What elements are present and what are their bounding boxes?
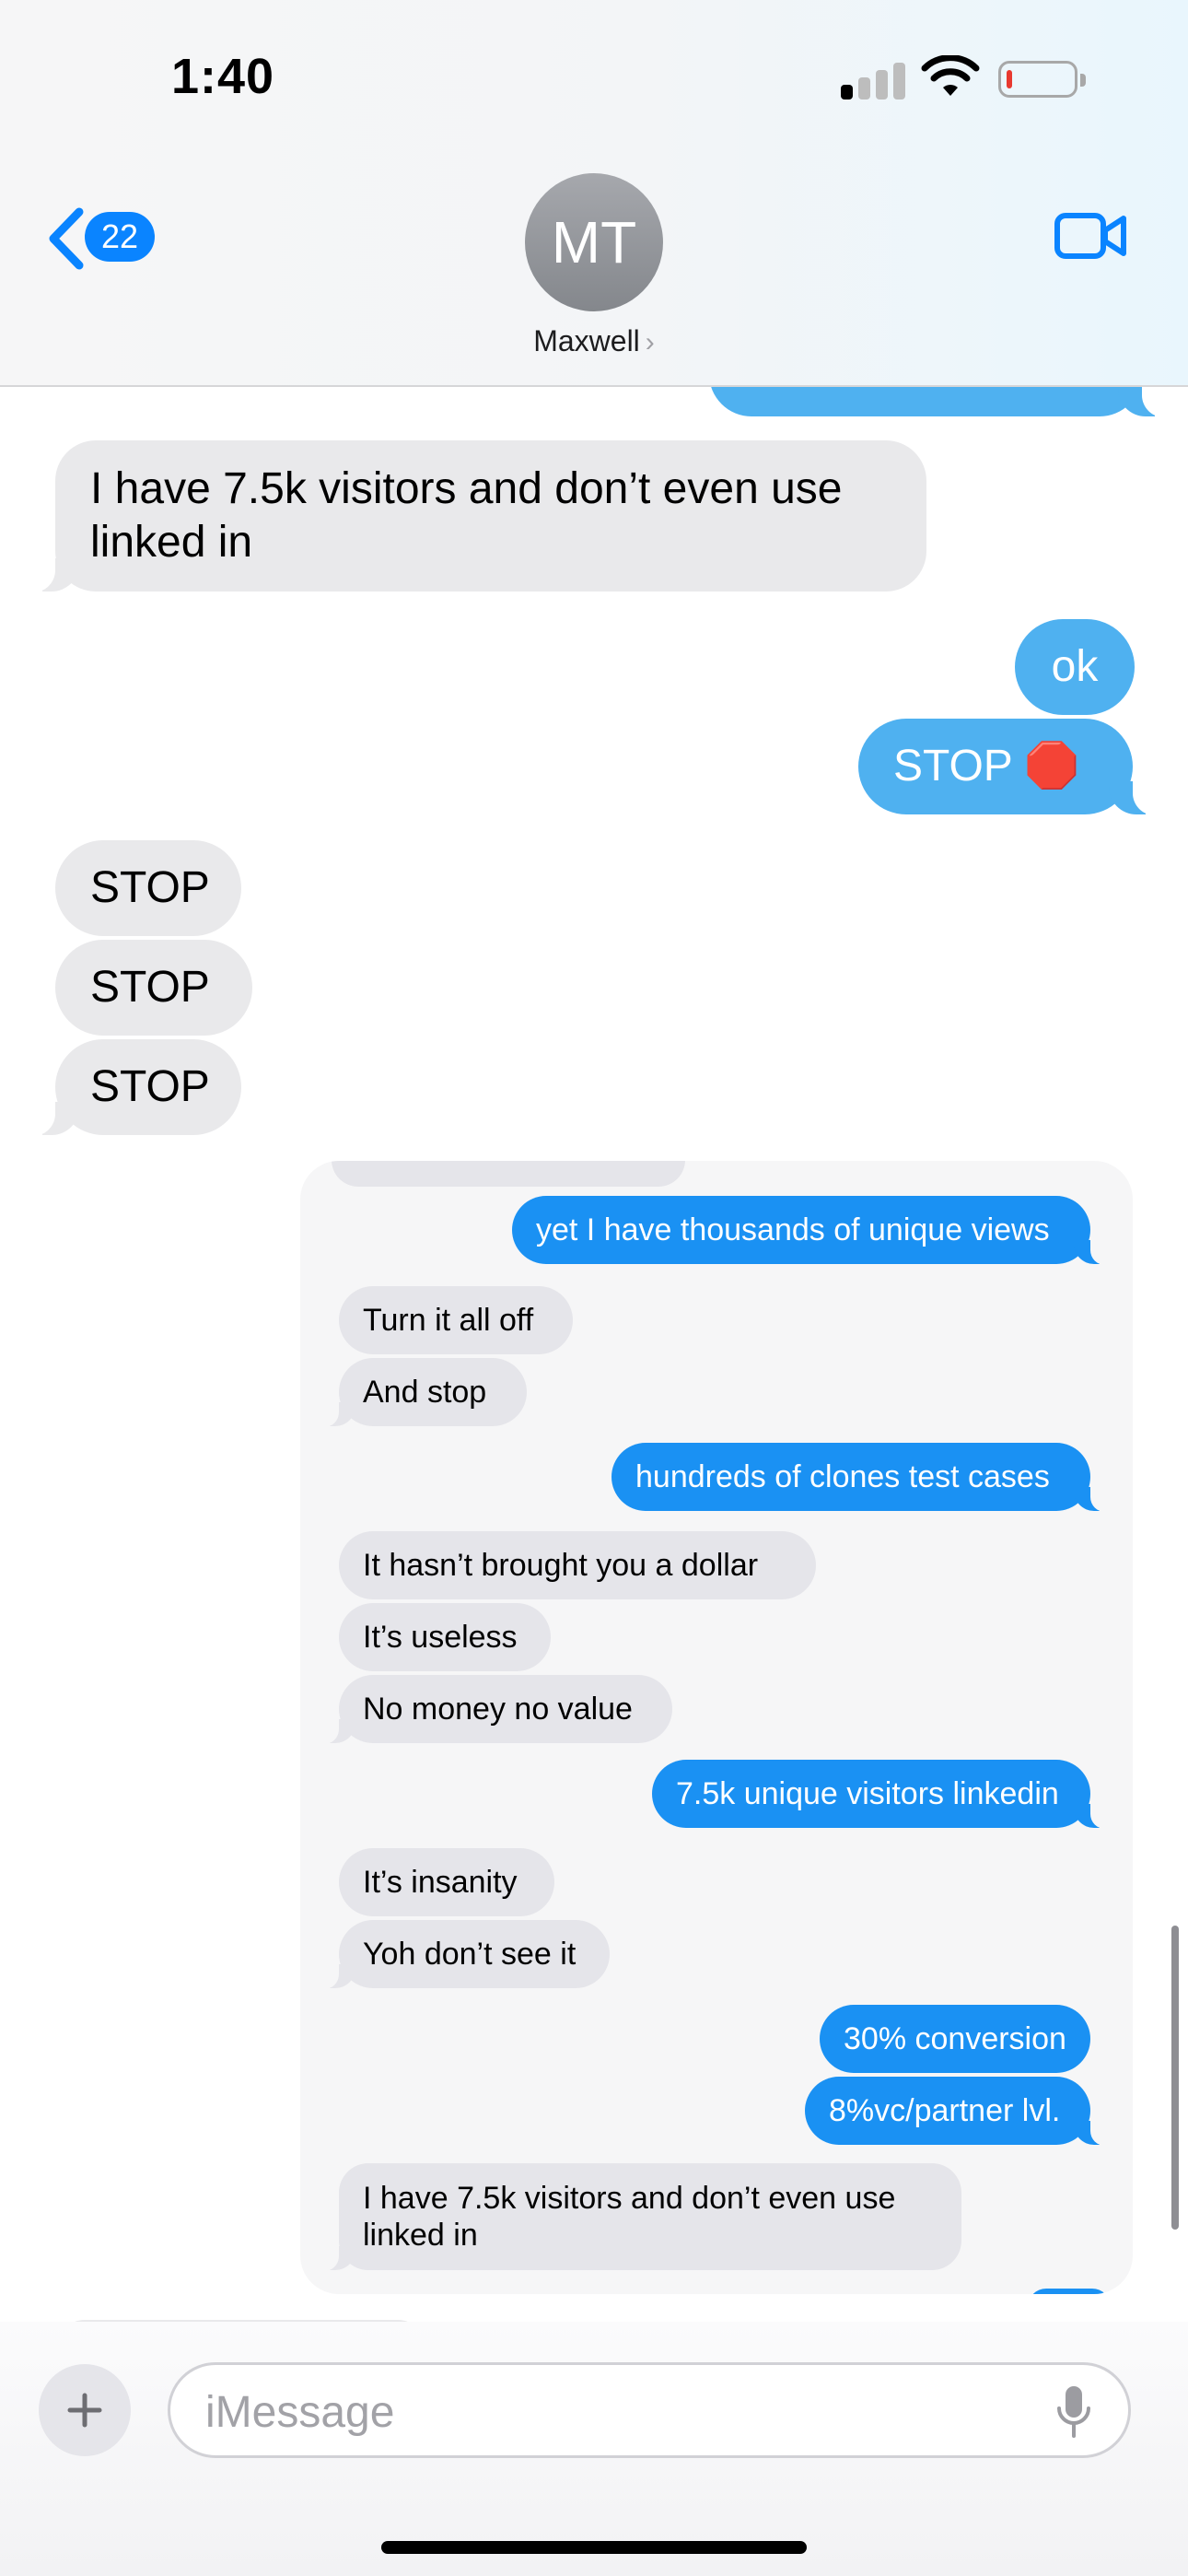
screenshot-bubble-outgoing: 30% conversion	[820, 2005, 1090, 2073]
cellular-signal-icon	[841, 61, 905, 100]
screenshot-bubble-text: Turn it all off	[363, 1303, 534, 1338]
screenshot-bubble-text: It’s useless	[363, 1620, 518, 1655]
conversation-header: 1:40 22 MT Maxwell ›	[0, 0, 1188, 387]
screenshot-bubble-incoming: No money no value	[322, 1675, 672, 1744]
screenshot-bubble-text: It hasn’t brought you a dollar	[363, 1548, 759, 1583]
screenshot-image-attachment[interactable]: yet I have thousands of unique views Tur…	[300, 1161, 1133, 2294]
screenshot-bubble-incoming: It hasn’t brought you a dollar	[339, 1531, 816, 1599]
battery-low-icon	[998, 61, 1086, 98]
screenshot-bubble-outgoing: yet I have thousands of unique views	[512, 1196, 1107, 1265]
video-call-icon[interactable]	[1054, 208, 1129, 263]
contact-avatar[interactable]: MT	[525, 173, 663, 311]
unread-count-badge[interactable]: 22	[85, 212, 155, 262]
screenshot-bubble-text: yet I have thousands of unique views	[536, 1212, 1050, 1247]
screenshot-bubble-text: I have 7.5k visitors and don’t even use …	[363, 2181, 896, 2253]
plus-icon[interactable]	[39, 2364, 131, 2456]
message-bubble-outgoing[interactable]: STOP 🛑	[858, 719, 1157, 815]
wifi-icon	[921, 55, 980, 96]
screenshot-bubble-text: 8%vc/partner lvl.	[829, 2093, 1061, 2128]
message-bubble-outgoing[interactable]: ok	[1015, 619, 1135, 715]
message-text: ok	[1051, 642, 1099, 691]
screenshot-bubble-incoming: Turn it all off	[339, 1286, 573, 1354]
screenshot-bubble-text: 30% conversion	[844, 2021, 1066, 2056]
contact-name-button[interactable]: Maxwell ›	[0, 324, 1188, 358]
screenshot-bubble-outgoing: 7.5k unique visitors linkedin	[652, 1760, 1107, 1829]
imessage-field[interactable]	[168, 2362, 1131, 2458]
screenshot-bubble-partial	[1028, 2289, 1111, 2294]
screenshot-bubble-outgoing: hundreds of clones test cases	[611, 1443, 1107, 1512]
message-bubble-incoming[interactable]: STOP	[55, 940, 252, 1036]
status-time: 1:40	[171, 49, 275, 104]
screenshot-bubble-text: It’s insanity	[363, 1865, 518, 1900]
message-text: STOP	[90, 1062, 210, 1111]
screenshot-bubble-incoming: Yoh don’t see it	[322, 1920, 610, 1989]
message-text: I have 7.5k visitors and don’t even use …	[90, 464, 843, 567]
home-indicator[interactable]	[381, 2541, 807, 2554]
message-bubble-incoming[interactable]: I have 7.5k visitors and don’t even use …	[31, 440, 926, 592]
screenshot-bubble-text: Yoh don’t see it	[363, 1937, 577, 1972]
message-bubble-incoming[interactable]: STOP	[31, 1039, 241, 1136]
microphone-icon[interactable]	[1054, 2384, 1094, 2441]
screenshot-bubble-text: No money no value	[363, 1692, 633, 1727]
screenshot-bubble-incoming: And stop	[322, 1358, 527, 1427]
chevron-right-icon: ›	[645, 327, 655, 357]
message-text: STOP	[90, 963, 210, 1012]
screenshot-bubble-text: hundreds of clones test cases	[635, 1459, 1050, 1494]
message-input[interactable]	[204, 2383, 1018, 2441]
screenshot-bubble-partial	[332, 1161, 685, 1187]
screenshot-bubble-text: 7.5k unique visitors linkedin	[676, 1776, 1059, 1811]
scrollbar[interactable]	[1171, 1926, 1179, 2230]
message-bubble-incoming[interactable]: STOP	[55, 840, 241, 936]
screenshot-bubble-incoming: I have 7.5k visitors and don’t even use …	[322, 2163, 961, 2271]
screenshot-bubble-incoming: It’s useless	[339, 1603, 551, 1671]
message-text: STOP 🛑	[893, 742, 1080, 790]
contact-name: Maxwell	[533, 324, 640, 357]
message-text: STOP	[90, 863, 210, 912]
screenshot-bubble-text: And stop	[363, 1375, 487, 1410]
screenshot-bubble-incoming: It’s insanity	[339, 1848, 554, 1916]
screenshot-bubble-outgoing: 8%vc/partner lvl.	[805, 2077, 1107, 2146]
